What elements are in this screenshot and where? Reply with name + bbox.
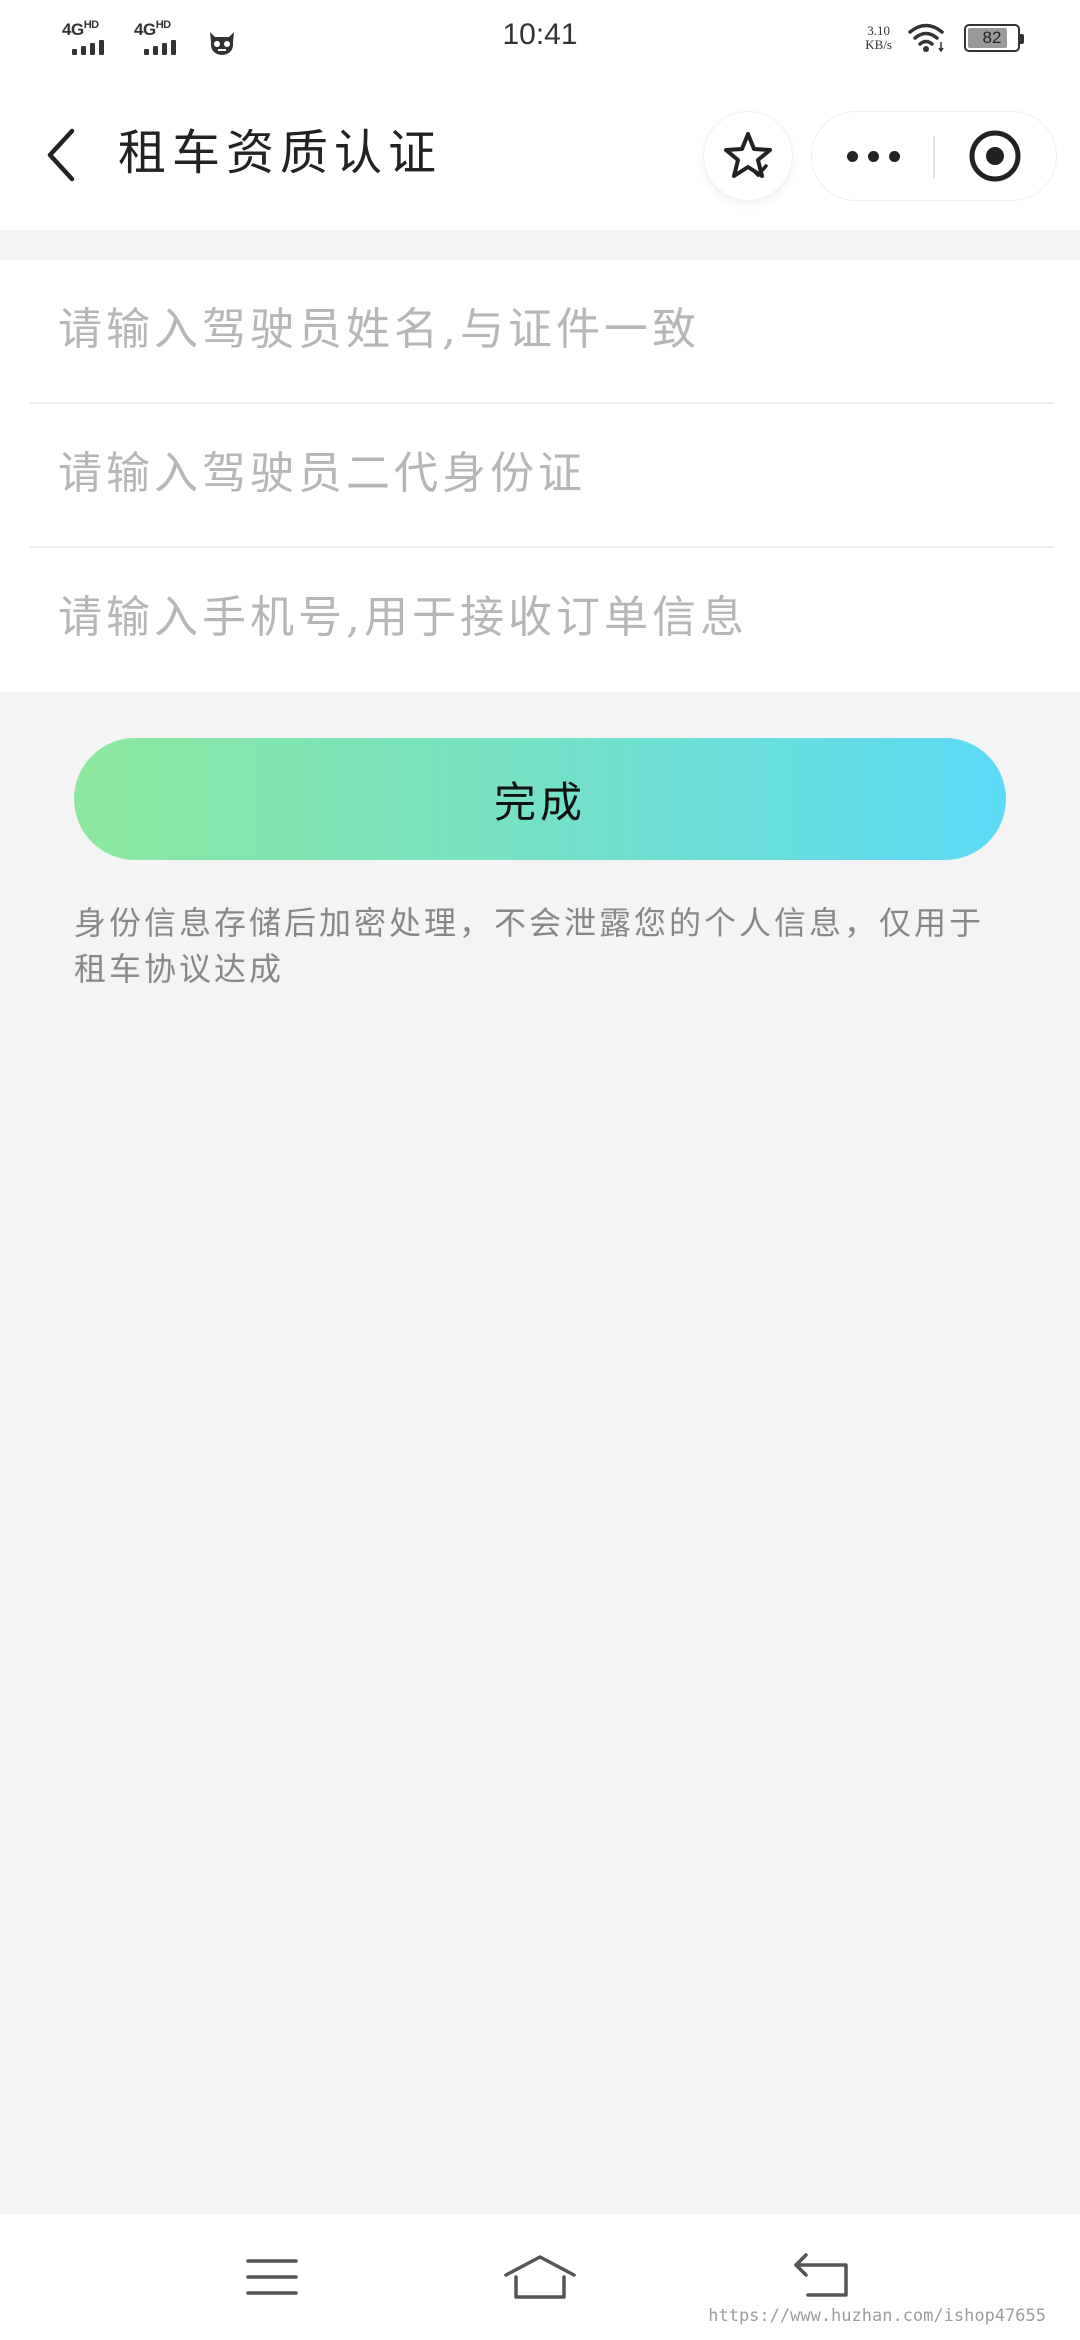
submit-button-label: 完成 [493,777,586,827]
chevron-left-icon [47,128,75,182]
driver-info-form [0,260,1080,692]
more-button[interactable] [812,112,934,200]
close-button[interactable] [934,112,1056,200]
driver-name-input[interactable] [56,260,1046,398]
network-speed-unit: KB/s [865,37,892,52]
back-button[interactable] [30,114,90,196]
id-card-input[interactable] [56,404,1046,542]
system-navigation-bar: https://www.huzhan.com/ishop47655 [0,2214,1080,2340]
id-card-field [30,404,1054,548]
status-bar-right: 3.10 KB/s 82 [865,22,1024,54]
menu-icon [246,2259,298,2295]
return-button[interactable] [772,2242,872,2312]
more-dots-icon [842,150,905,162]
status-bar: 4GHD 4GHD 10:41 3.10 KB/s 82 [0,0,1080,78]
battery-icon: 82 [964,24,1024,52]
menu-button[interactable] [222,2242,322,2312]
home-icon [504,2255,576,2299]
navigation-bar: 租车资质认证 [0,78,1080,230]
target-close-icon [969,130,1021,182]
wifi-icon [908,23,944,53]
driver-name-field [30,260,1054,404]
phone-field [30,548,1054,692]
phone-input[interactable] [56,548,1046,686]
battery-level: 82 [982,28,1002,47]
return-icon [794,2253,848,2297]
favorite-button[interactable] [704,112,792,200]
mini-program-capsule [812,112,1056,200]
submit-button[interactable]: 完成 [74,738,1006,860]
network-speed-value: 3.10 [867,23,890,38]
page-title: 租车资质认证 [118,125,443,181]
watermark-text: https://www.huzhan.com/ishop47655 [708,2306,1046,2326]
privacy-notice: 身份信息存储后加密处理，不会泄露您的个人信息，仅用于租车协议达成 [74,904,985,988]
star-icon [724,132,772,178]
home-button[interactable] [490,2242,590,2312]
network-speed: 3.10 KB/s [865,24,892,52]
